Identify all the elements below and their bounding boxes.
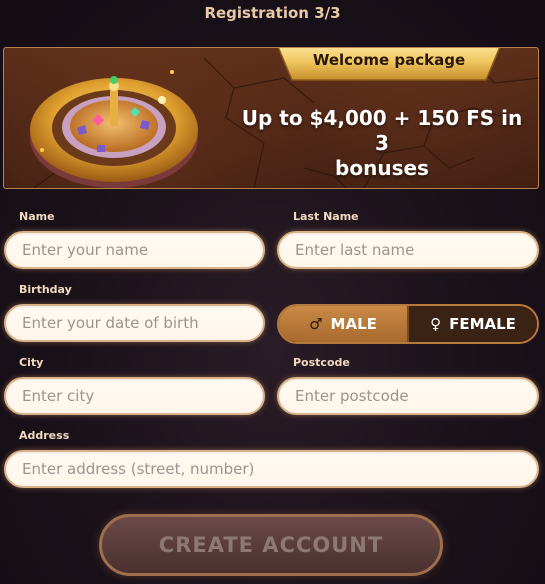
promo-line-2: bonuses — [335, 156, 429, 180]
birthday-input[interactable] — [4, 304, 265, 342]
roulette-wheel-icon — [30, 70, 198, 188]
female-icon: ♀ — [430, 315, 442, 333]
promo-text: Up to $4,000 + 150 FS in 3 bonuses — [232, 106, 532, 181]
last-name-input[interactable] — [277, 231, 539, 269]
name-label: Name — [19, 210, 55, 223]
page-title: Registration 3/3 — [204, 4, 341, 22]
last-name-label: Last Name — [293, 210, 359, 223]
postcode-input[interactable] — [277, 377, 539, 415]
address-input[interactable] — [4, 450, 539, 488]
welcome-banner: Welcome package Up to $4,000 + 150 FS in… — [3, 47, 539, 189]
gender-toggle: ♂ MALE ♀ FEMALE — [277, 304, 539, 344]
ribbon-label: Welcome package — [312, 51, 466, 69]
gender-female-label: FEMALE — [449, 315, 516, 333]
promo-line-1: Up to $4,000 + 150 FS in 3 — [241, 106, 523, 155]
name-input[interactable] — [4, 231, 265, 269]
postcode-label: Postcode — [293, 356, 350, 369]
city-label: City — [19, 356, 44, 369]
city-input[interactable] — [4, 377, 265, 415]
male-icon: ♂ — [309, 315, 323, 333]
gender-female-button[interactable]: ♀ FEMALE — [409, 306, 537, 342]
gender-male-label: MALE — [330, 315, 377, 333]
address-label: Address — [19, 429, 70, 442]
birthday-label: Birthday — [19, 283, 72, 296]
create-account-button[interactable]: CREATE ACCOUNT — [99, 514, 443, 576]
gender-male-button[interactable]: ♂ MALE — [279, 306, 409, 342]
